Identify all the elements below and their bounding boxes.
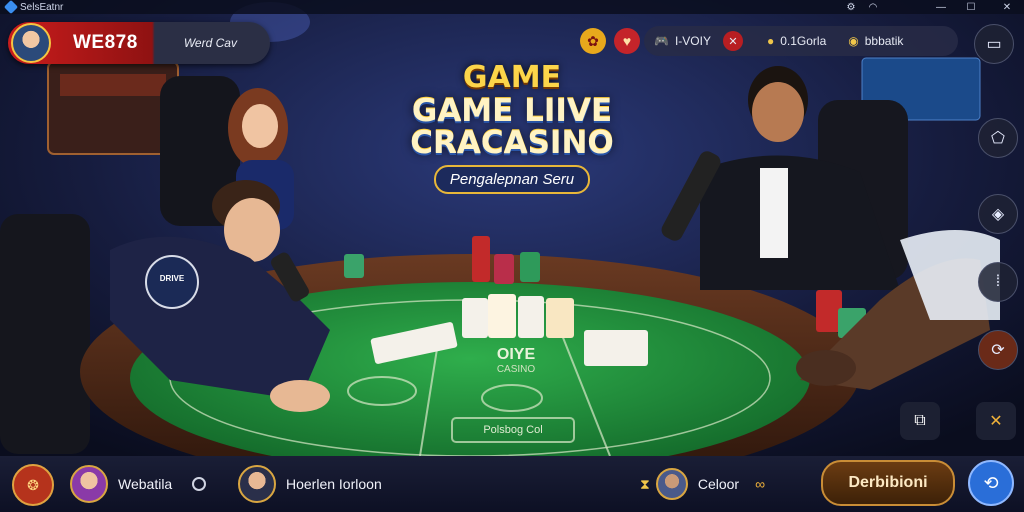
heart-icon[interactable]: ♥: [614, 28, 640, 54]
settings-icon[interactable]: ⚙: [840, 0, 862, 14]
pin-button[interactable]: ◈: [978, 194, 1018, 234]
minimize-icon[interactable]: —: [930, 0, 952, 14]
player-name-2: Hoerlen Iorloon: [286, 476, 382, 492]
logo-line-2: GAME LIIVE: [411, 93, 613, 129]
felt-box-label: Polsbog Col: [483, 424, 543, 436]
player-avatar-3: [655, 468, 688, 500]
coin-icon: ◉: [848, 34, 859, 48]
cta-button[interactable]: Derbibioni: [821, 460, 955, 506]
refresh-icon: ⟳: [991, 342, 1005, 359]
hourglass-icon: ⧗: [640, 475, 650, 492]
display-icon: ▭: [986, 36, 1002, 53]
menu-button[interactable]: ⁞: [978, 262, 1018, 302]
brand-name: WE878: [73, 32, 138, 53]
game-logo: GAME GAME LIIVE CRACASINO Pengalepnan Se…: [394, 60, 630, 194]
shield-icon: ⬠: [991, 130, 1005, 147]
logo-line-3: CRACASINO: [410, 125, 614, 161]
collapse-button[interactable]: ✕: [976, 402, 1016, 440]
logo-line-1: GAME: [462, 60, 562, 95]
brand-pill[interactable]: WE878 Werd Cav: [8, 22, 270, 64]
maximize-icon[interactable]: ☐: [960, 0, 982, 14]
brand-subtitle: Werd Cav: [183, 36, 237, 50]
logo-tagline: Pengalepnan Seru: [433, 165, 591, 194]
player-badge: DRIVE: [159, 274, 185, 283]
stat-3: bbbatik: [864, 34, 904, 48]
player-avatar-1: [70, 465, 108, 503]
felt-text-2: CASINO: [496, 364, 536, 375]
gift-icon[interactable]: ✿: [580, 28, 606, 54]
coins-icon: ●: [766, 34, 775, 48]
profile-avatar[interactable]: [11, 23, 51, 63]
display-button[interactable]: ▭: [974, 24, 1014, 64]
player-name-1: Webatila: [118, 476, 173, 492]
arrows-icon: ✕: [989, 413, 1003, 430]
player-slot-3[interactable]: ⧗ Celoor ∞: [640, 456, 765, 512]
wifi-icon: ◠: [868, 1, 878, 13]
stats-bar: 🎮 I-VOIY ✕ ● 0.1Gorla ◉ bbbatik: [644, 26, 958, 56]
status-dot-icon: [192, 477, 207, 491]
player-name-3: Celoor: [697, 476, 740, 492]
window-title: SelsEatnr: [20, 1, 64, 13]
player-slot-1[interactable]: Webatila: [70, 456, 207, 512]
link-icon[interactable]: ∞: [755, 476, 765, 492]
sync-button[interactable]: ⟲: [968, 460, 1014, 506]
share-icon: ⧉: [914, 412, 926, 429]
sync-icon: ⟲: [983, 472, 999, 493]
close-icon[interactable]: ✕: [996, 0, 1018, 14]
refresh-button[interactable]: ⟳: [978, 330, 1018, 370]
pretzel-icon: ❂: [27, 476, 39, 493]
shield-button[interactable]: ⬠: [978, 118, 1018, 158]
pin-icon: ◈: [991, 206, 1005, 223]
dots-icon: ⁞: [995, 273, 1001, 290]
controller-icon: 🎮: [654, 34, 669, 48]
window-titlebar: SelsEatnr ⚙ ◠ — ☐ ✕: [0, 0, 1024, 15]
app-icon: [3, 0, 19, 15]
stat-2: 0.1Gorla: [780, 34, 827, 48]
stat-1: I-VOIY: [674, 34, 711, 48]
player-slot-2[interactable]: Hoerlen Iorloon: [238, 456, 382, 512]
home-button[interactable]: ❂: [12, 464, 54, 506]
felt-text-1: OIYE: [496, 346, 536, 363]
player-avatar-2: [238, 465, 276, 503]
share-button[interactable]: ⧉: [900, 402, 940, 440]
cross-icon[interactable]: ✕: [722, 31, 743, 51]
